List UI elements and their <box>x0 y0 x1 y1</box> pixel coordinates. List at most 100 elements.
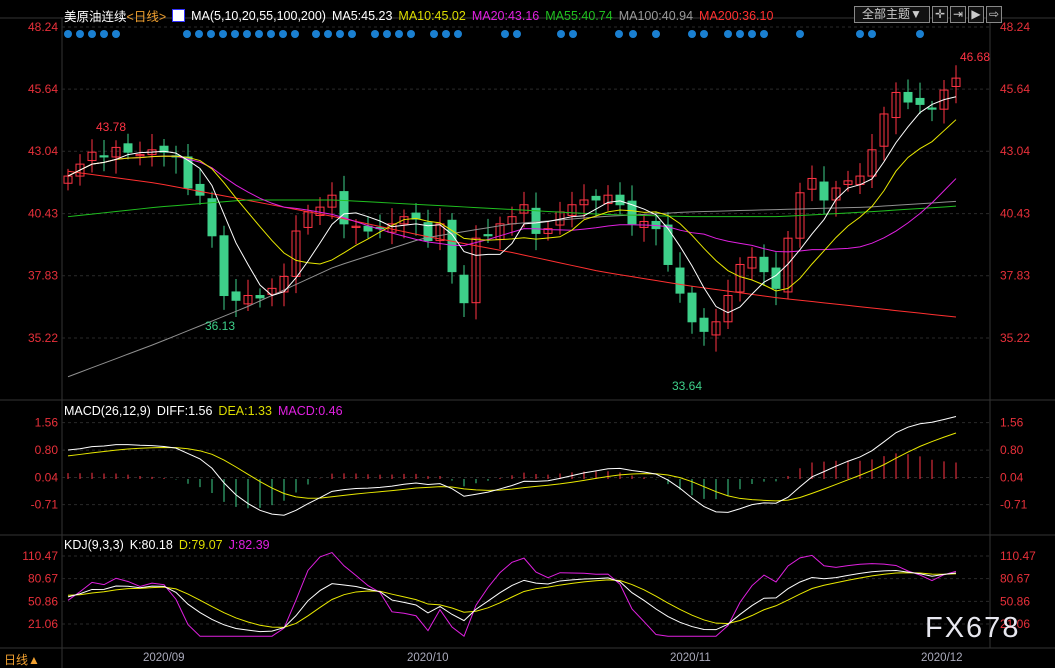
price-tick-left: 35.22 <box>28 331 58 345</box>
signal-dot <box>796 30 804 38</box>
kdj-tick-right: 80.67 <box>1000 572 1030 586</box>
price-tick-right: 43.04 <box>1000 144 1030 158</box>
signal-dot <box>442 30 450 38</box>
ma5-value: MA5:45.23 <box>331 8 393 23</box>
candle-down <box>687 292 697 323</box>
signal-dot <box>700 30 708 38</box>
candle-down <box>219 235 229 297</box>
signal-dot <box>557 30 565 38</box>
macd-tick-right: -0.71 <box>1000 498 1028 512</box>
candle-down <box>207 198 217 237</box>
signal-dot <box>736 30 744 38</box>
signal-dot <box>312 30 320 38</box>
x-tick-sep: 2020/09 <box>143 652 185 664</box>
d-line <box>67 572 957 628</box>
ma100-value: MA100:40.94 <box>618 8 694 23</box>
ma20-value: MA20:43.16 <box>471 8 540 23</box>
signal-dot <box>219 30 227 38</box>
zoom-range-icon[interactable]: ⇥ <box>950 6 966 23</box>
signal-dot <box>569 30 577 38</box>
annotation-low-36.13: 36.13 <box>205 319 235 333</box>
signal-dot <box>371 30 379 38</box>
macd-legend: MACD(26,12,9) DIFF:1.56 DEA:1.33 MACD:0.… <box>64 404 343 418</box>
move-right-icon[interactable]: ⇨ <box>986 6 1002 23</box>
watermark: FX678 <box>925 612 1021 644</box>
macd-tick-right: 0.04 <box>1000 471 1024 485</box>
macd-tick-left: 0.80 <box>35 443 59 457</box>
signal-dot <box>513 30 521 38</box>
x-tick-dec: 2020/12 <box>921 652 963 664</box>
kdj-tick-right: 110.47 <box>1000 549 1036 563</box>
signal-dot <box>112 30 120 38</box>
play-icon[interactable]: ▶ <box>968 6 984 23</box>
candle-down <box>195 183 205 196</box>
candle-down <box>447 219 457 273</box>
signal-dot <box>348 30 356 38</box>
candle-down <box>123 143 133 153</box>
signal-dot <box>183 30 191 38</box>
period-button[interactable]: 日线▲ <box>4 651 40 668</box>
candle-down <box>99 155 109 158</box>
chart-canvas: 48.24 48.24 45.64 45.64 43.04 43.04 40.43 40.43… <box>0 17 1055 668</box>
signal-dot <box>336 30 344 38</box>
price-tick-left: 45.64 <box>28 82 58 96</box>
dea-value: DEA:1.33 <box>218 404 272 418</box>
signal-dot <box>688 30 696 38</box>
signal-dot <box>629 30 637 38</box>
indicator-icon[interactable] <box>172 9 186 22</box>
macd-tick-left: -0.71 <box>31 498 59 512</box>
price-tick-right: 45.64 <box>1000 82 1030 96</box>
signal-dot <box>430 30 438 38</box>
candle-down <box>819 181 829 201</box>
candle-down <box>531 207 541 234</box>
price-tick-right: 37.83 <box>1000 269 1030 283</box>
signal-dot <box>760 30 768 38</box>
signal-dot <box>383 30 391 38</box>
signal-dot <box>64 30 72 38</box>
signal-dot <box>291 30 299 38</box>
signal-dot <box>100 30 108 38</box>
candle-down <box>231 291 241 301</box>
kdj-tick-left: 50.86 <box>28 594 58 608</box>
k-value: K:80.18 <box>129 538 173 552</box>
candle-down <box>459 274 469 304</box>
crosshair-icon[interactable]: ✛ <box>932 6 948 23</box>
candle-down <box>771 267 781 289</box>
macd-tick-right: 0.80 <box>1000 443 1024 457</box>
signal-dot <box>615 30 623 38</box>
symbol-name: 美原油连续 <box>64 10 127 24</box>
price-tick-right: 35.22 <box>1000 331 1030 345</box>
ma10-line <box>67 119 957 292</box>
period-label: <日线> <box>126 10 167 24</box>
theme-button[interactable]: 全部主题▼ <box>854 6 930 23</box>
ma55-value: MA55:40.74 <box>545 8 613 23</box>
signal-dot <box>407 30 415 38</box>
candle-down <box>483 234 493 237</box>
price-tick-left: 48.24 <box>28 20 58 34</box>
signal-dot <box>255 30 263 38</box>
j-value: J:82.39 <box>228 538 270 552</box>
annotation-high-43.78: 43.78 <box>96 120 126 134</box>
signal-dot <box>88 30 96 38</box>
candle-down <box>759 256 769 273</box>
price-tick-right: 48.24 <box>1000 20 1030 34</box>
candle-down <box>255 295 265 299</box>
kdj-tick-right: 50.86 <box>1000 594 1030 608</box>
signal-dot <box>324 30 332 38</box>
macd-title: MACD(26,12,9) <box>64 404 151 418</box>
signal-dot <box>724 30 732 38</box>
ma5-line <box>67 96 957 314</box>
x-tick-oct: 2020/10 <box>407 652 449 664</box>
signal-dot <box>231 30 239 38</box>
signal-dot <box>868 30 876 38</box>
signal-dot <box>454 30 462 38</box>
dea-line <box>67 432 957 502</box>
signal-dot <box>748 30 756 38</box>
signal-dot <box>652 30 660 38</box>
candle-down <box>915 97 925 105</box>
candle-down <box>663 224 673 265</box>
annotation-high-46.68: 46.68 <box>960 50 990 64</box>
signal-dot <box>279 30 287 38</box>
macd-tick-left: 0.04 <box>35 471 59 485</box>
macd-tick-left: 1.56 <box>35 416 59 430</box>
